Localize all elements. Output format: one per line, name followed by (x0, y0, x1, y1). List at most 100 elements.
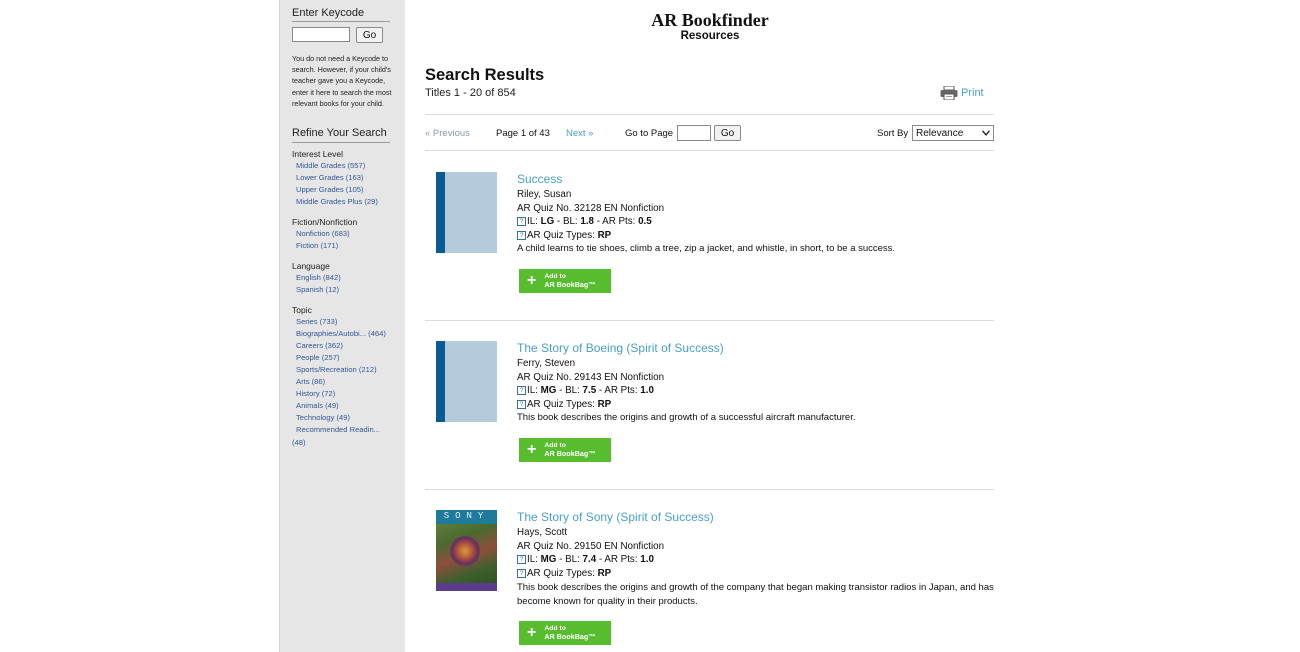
question-box-icon[interactable]: ? (517, 231, 526, 240)
facet-list-language: English (842) Spanish (12) (296, 272, 341, 296)
book-author: Ferry, Steven (517, 358, 576, 369)
plus-icon: + (527, 272, 537, 289)
site-title: AR Bookfinder (651, 10, 769, 30)
next-page-link[interactable]: Next » (566, 128, 593, 139)
facet-link[interactable]: Careers (362) (296, 340, 386, 352)
facet-link[interactable]: Middle Grades (557) (296, 160, 378, 172)
il-prefix: IL: (527, 385, 541, 396)
keycode-help-text: You do not need a Keycode to search. How… (292, 54, 392, 108)
book-title-link[interactable]: The Story of Sony (Spirit of Success) (517, 510, 714, 524)
bl-prefix: - BL: (556, 554, 583, 565)
book-cover[interactable]: SONY (436, 510, 497, 591)
printer-icon (940, 86, 958, 100)
add-to-bookbag-button[interactable]: + Add to AR BookBag™ (519, 621, 611, 645)
book-levels: ? IL: LG - BL: 1.8 - AR Pts: 0.5 (517, 216, 652, 227)
page-info: Page 1 of 43 (496, 128, 550, 139)
book-cover[interactable] (436, 341, 497, 422)
facet-link[interactable]: Animals (49) (296, 400, 386, 412)
plus-icon: + (527, 441, 537, 458)
facet-link[interactable]: People (257) (296, 352, 386, 364)
book-quiz-number: AR Quiz No. 29150 EN Nonfiction (517, 541, 665, 552)
question-box-icon[interactable]: ? (517, 217, 526, 226)
book-quiz-number: AR Quiz No. 32128 EN Nonfiction (517, 203, 665, 214)
ar-points: 0.5 (638, 216, 652, 227)
interest-level: LG (540, 216, 555, 227)
pts-prefix: - AR Pts: (596, 385, 641, 396)
divider (292, 21, 390, 22)
bl-prefix: - BL: (554, 216, 581, 227)
goto-go-button[interactable]: Go (714, 125, 741, 141)
pts-prefix: - AR Pts: (596, 554, 641, 565)
facet-link[interactable]: Lower Grades (163) (296, 172, 378, 184)
facet-link[interactable]: Biographies/Autobi... (464) (296, 328, 386, 340)
book-levels: ? IL: MG - BL: 7.4 - AR Pts: 1.0 (517, 554, 654, 565)
book-level: 1.8 (580, 216, 594, 227)
quiz-types-prefix: AR Quiz Types: (527, 568, 598, 579)
facet-link[interactable]: Technology (49) (296, 412, 386, 424)
bookbag-line2: AR BookBag™ (544, 279, 596, 289)
divider (425, 320, 994, 321)
facet-link[interactable]: Spanish (12) (296, 284, 341, 296)
facet-title-language: Language (292, 261, 330, 271)
add-to-bookbag-button[interactable]: + Add to AR BookBag™ (519, 269, 611, 293)
facet-link[interactable]: History (72) (296, 388, 386, 400)
keycode-go-button[interactable]: Go (356, 27, 383, 43)
facet-link[interactable]: Recommended Readin... (296, 424, 386, 436)
facet-link[interactable]: Middle Grades Plus (29) (296, 196, 378, 208)
il-prefix: IL: (527, 554, 541, 565)
book-title-link[interactable]: The Story of Boeing (Spirit of Success) (517, 341, 724, 355)
quiz-types: RP (597, 230, 612, 241)
bookbag-line2: AR BookBag™ (544, 448, 596, 458)
facet-list-fiction-nonfiction: Nonfiction (683) Fiction (171) (296, 228, 350, 252)
keycode-title: Enter Keycode (292, 7, 365, 19)
question-box-icon[interactable]: ? (517, 386, 526, 395)
sidebar: Enter Keycode Go You do not need a Keyco… (279, 0, 405, 652)
facet-link[interactable]: Fiction (171) (296, 240, 350, 252)
quiz-types: RP (597, 399, 612, 410)
book-quiz-number: AR Quiz No. 29143 EN Nonfiction (517, 372, 665, 383)
goto-page-label: Go to Page (625, 128, 674, 139)
book-quiz-types: ? AR Quiz Types: RP (517, 230, 611, 241)
facet-link-count[interactable]: (48) (292, 438, 306, 447)
book-title-link[interactable]: Success (517, 172, 562, 186)
result-item: SONY The Story of Sony (Spirit of Succes… (425, 510, 1025, 652)
site-subtitle: Resources (680, 30, 740, 42)
results-count: Titles 1 - 20 of 854 (425, 87, 516, 99)
facet-link[interactable]: Sports/Recreation (212) (296, 364, 386, 376)
book-level: 7.5 (582, 385, 597, 396)
book-author: Riley, Susan (517, 189, 572, 200)
interest-level: MG (540, 385, 557, 396)
divider (425, 114, 994, 115)
sort-select[interactable]: Relevance (912, 125, 994, 141)
question-box-icon[interactable]: ? (517, 555, 526, 564)
book-quiz-types: ? AR Quiz Types: RP (517, 568, 611, 579)
facet-title-interest-level: Interest Level (292, 149, 344, 159)
question-box-icon[interactable]: ? (517, 400, 526, 409)
facet-list-topic: Series (733) Biographies/Autobi... (464)… (296, 316, 386, 436)
bookbag-line2: AR BookBag™ (544, 631, 596, 641)
facet-link[interactable]: Series (733) (296, 316, 386, 328)
facet-link[interactable]: Nonfiction (683) (296, 228, 350, 240)
result-item: The Story of Boeing (Spirit of Success) … (425, 341, 1025, 501)
facet-link[interactable]: Upper Grades (105) (296, 184, 378, 196)
pts-prefix: - AR Pts: (594, 216, 639, 227)
book-levels: ? IL: MG - BL: 7.5 - AR Pts: 1.0 (517, 385, 654, 396)
facet-link[interactable]: Arts (86) (296, 376, 386, 388)
goto-page-input[interactable] (677, 125, 711, 141)
cover-art (450, 536, 480, 566)
book-author: Hays, Scott (517, 527, 568, 538)
add-to-bookbag-button[interactable]: + Add to AR BookBag™ (519, 438, 611, 462)
facet-link[interactable]: English (842) (296, 272, 341, 284)
previous-page-link[interactable]: « Previous (425, 128, 470, 139)
divider (425, 489, 994, 490)
il-prefix: IL: (527, 216, 541, 227)
question-box-icon[interactable]: ? (517, 569, 526, 578)
cover-band (436, 583, 497, 591)
book-summary: This book describes the origins and grow… (517, 582, 994, 607)
print-link[interactable]: Print (940, 86, 984, 100)
ar-points: 1.0 (640, 554, 654, 565)
keycode-input[interactable] (292, 27, 350, 42)
book-cover[interactable] (436, 172, 497, 253)
chevron-down-icon (982, 130, 990, 136)
cover-text: SONY (443, 511, 490, 521)
